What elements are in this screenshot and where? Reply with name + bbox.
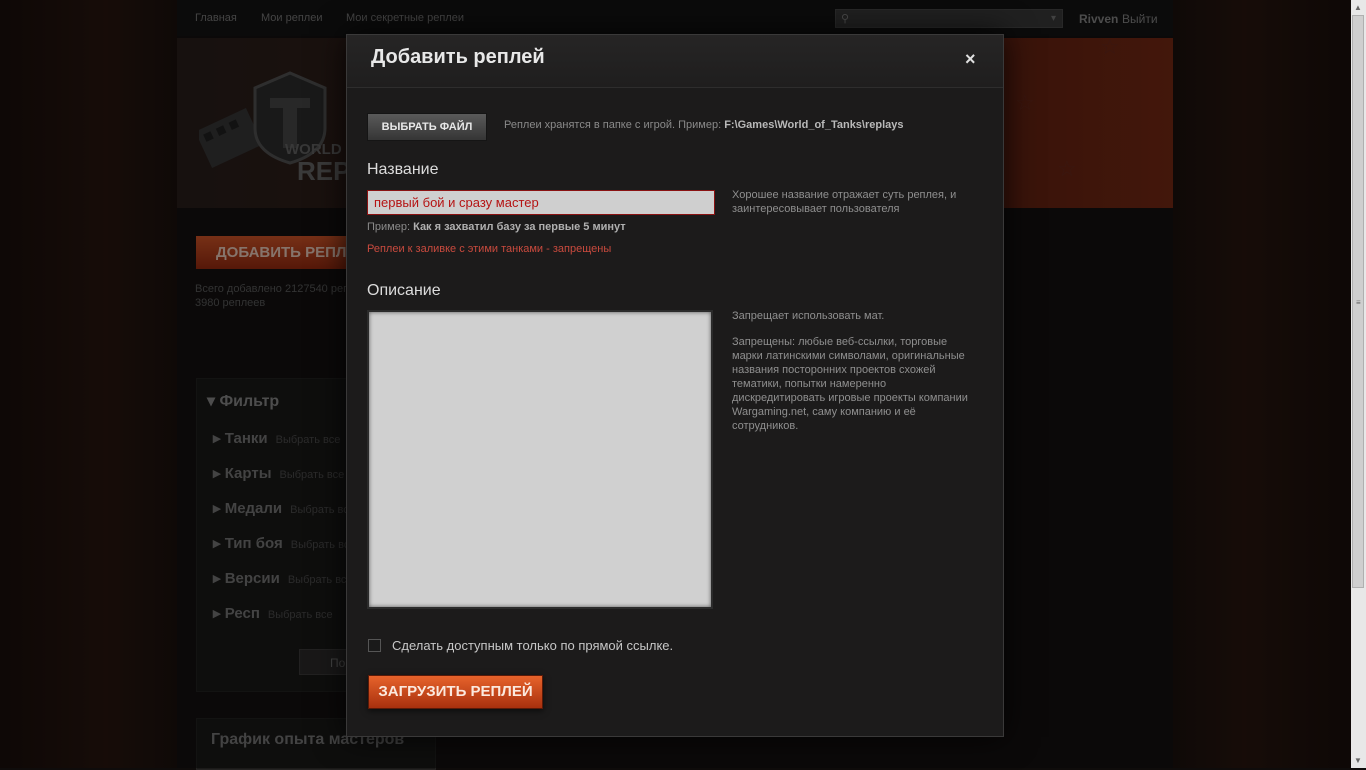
private-link-label[interactable]: Сделать доступным только по прямой ссылк… xyxy=(392,638,673,653)
replay-name-input[interactable] xyxy=(367,190,715,215)
name-example: Пример: Как я захватил базу за первые 5 … xyxy=(367,221,626,233)
name-example-prefix: Пример: xyxy=(367,221,414,233)
choose-file-button[interactable]: ВЫБРАТЬ ФАЙЛ xyxy=(367,113,487,141)
scroll-down-icon[interactable]: ▼ xyxy=(1354,756,1362,765)
name-error-message: Реплеи к заливке с этими танками - запре… xyxy=(367,243,612,255)
close-icon[interactable]: × xyxy=(965,49,976,70)
description-textarea[interactable] xyxy=(367,310,713,609)
description-hint-forbidden: Запрещены: любые веб-ссылки, торговые ма… xyxy=(732,336,968,432)
grip-icon: ≡ xyxy=(1356,298,1361,307)
name-label: Название xyxy=(367,161,439,178)
file-hint-path: F:\Games\World_of_Tanks\replays xyxy=(724,119,904,131)
file-location-hint: Реплеи хранятся в папке с игрой. Пример:… xyxy=(504,119,904,131)
modal-title: Добавить реплей xyxy=(371,46,545,68)
upload-replay-button[interactable]: ЗАГРУЗИТЬ РЕПЛЕЙ xyxy=(368,675,543,709)
description-label: Описание xyxy=(367,282,441,299)
scroll-up-icon[interactable]: ▲ xyxy=(1354,3,1362,12)
private-link-checkbox[interactable] xyxy=(368,639,381,652)
name-example-text: Как я захватил базу за первые 5 минут xyxy=(413,221,626,233)
description-hint-swearing: Запрещает использовать мат. xyxy=(732,310,885,322)
file-hint-text: Реплеи хранятся в папке с игрой. Пример: xyxy=(504,119,725,131)
name-hint: Хорошее название отражает суть реплея, и… xyxy=(732,189,957,215)
scrollbar-thumb[interactable]: ≡ xyxy=(1352,15,1364,588)
add-replay-modal: Добавить реплей × ВЫБРАТЬ ФАЙЛ Реплеи хр… xyxy=(346,34,1004,737)
scrollbar[interactable]: ▲ ≡ ▼ xyxy=(1351,0,1366,768)
modal-header: Добавить реплей × xyxy=(347,35,1003,88)
